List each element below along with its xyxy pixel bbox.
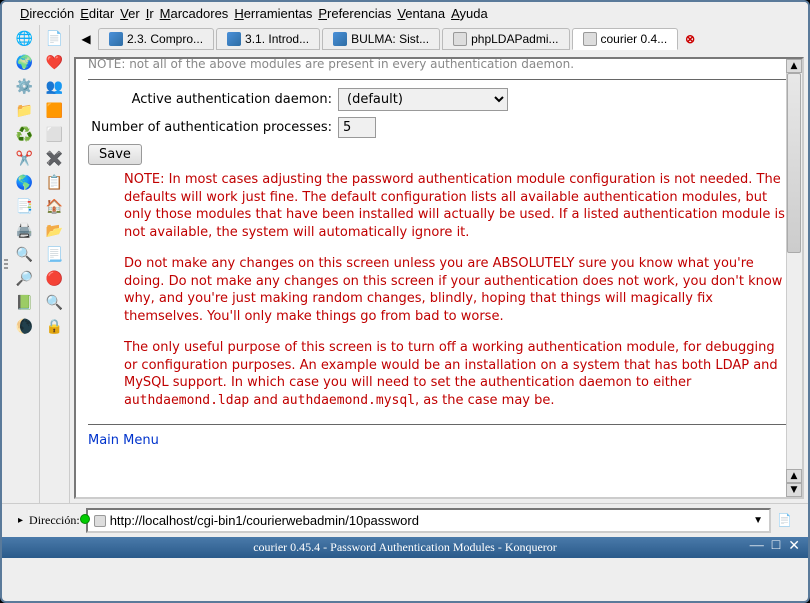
tab-label: courier 0.4... <box>601 32 668 46</box>
select-auth-daemon[interactable]: (default) <box>338 88 508 111</box>
label-auth-daemon: Active authentication daemon: <box>88 92 332 107</box>
tab-nav-left[interactable]: ◀ <box>74 27 98 51</box>
save-button[interactable]: Save <box>88 144 142 165</box>
cutoff-note: NOTE: not all of the above modules are p… <box>88 57 790 71</box>
page-icon <box>583 32 597 46</box>
address-label: Dirección: <box>29 513 80 528</box>
left-toolbar-1: 🌐 🌍 ⚙️ 📁 ♻️ ✂️ 🌎 📑 🖨️ 🔍 🔎 📗 🌘 <box>10 25 40 503</box>
tab-3[interactable]: phpLDAPadmi... <box>442 28 569 50</box>
tab-close-button[interactable]: ⊗ <box>680 29 700 49</box>
search-icon[interactable]: 🔍 <box>14 243 36 265</box>
scroll-up-arrow[interactable]: ▲ <box>786 59 802 73</box>
page-icon <box>453 32 467 46</box>
maximize-button[interactable]: □ <box>772 538 780 555</box>
folder-red-icon[interactable]: 📂 <box>44 219 66 241</box>
tab-4-active[interactable]: courier 0.4... <box>572 28 679 50</box>
menu-herramientas[interactable]: Herramientas <box>234 6 312 21</box>
globe-sparkle-icon[interactable]: 🌐 <box>14 27 36 49</box>
close-icon[interactable]: ✖️ <box>44 147 66 169</box>
close-window-button[interactable]: ✕ <box>788 538 800 555</box>
menu-marcadores[interactable]: Marcadores <box>160 6 229 21</box>
menu-ayuda[interactable]: Ayuda <box>451 6 488 21</box>
tab-1[interactable]: 3.1. Introd... <box>216 28 320 50</box>
document-icon[interactable]: 📃 <box>44 243 66 265</box>
warning-para-2: Do not make any changes on this screen u… <box>124 255 790 325</box>
printer-icon[interactable]: 🖨️ <box>14 219 36 241</box>
app-icon[interactable]: 🟧 <box>44 99 66 121</box>
heart-icon[interactable]: ❤️ <box>44 51 66 73</box>
vertical-scrollbar[interactable]: ▲ ▲ ▼ <box>786 59 802 497</box>
scroll-up-arrow-2[interactable]: ▲ <box>786 469 802 483</box>
earth-icon[interactable]: 🌎 <box>14 171 36 193</box>
menu-ventana[interactable]: Ventana <box>397 6 445 21</box>
zoom-in-icon[interactable]: 🔍 <box>44 291 66 313</box>
recycle-icon[interactable]: ♻️ <box>14 123 36 145</box>
page-content: NOTE: not all of the above modules are p… <box>74 57 804 499</box>
web-icon <box>109 32 123 46</box>
web-icon <box>227 32 241 46</box>
divider <box>88 79 790 80</box>
folder-icon[interactable]: 📁 <box>14 99 36 121</box>
cut-icon[interactable]: ✂️ <box>14 147 36 169</box>
menu-ver[interactable]: Ver <box>120 6 140 21</box>
titlebar: courier 0.45.4 - Password Authentication… <box>2 537 808 558</box>
divider <box>88 424 790 425</box>
window-title: courier 0.45.4 - Password Authentication… <box>253 540 557 555</box>
collapse-icon[interactable]: ▸ <box>18 515 23 526</box>
tab-label: phpLDAPadmi... <box>471 32 558 46</box>
multi-sheets-icon[interactable]: 📑 <box>14 195 36 217</box>
home-icon[interactable]: 🏠 <box>44 195 66 217</box>
input-auth-processes[interactable] <box>338 117 376 138</box>
page-icon <box>94 515 106 527</box>
stop-icon[interactable]: 🔴 <box>44 267 66 289</box>
minimize-button[interactable]: — <box>750 538 764 555</box>
scroll-down-arrow[interactable]: ▼ <box>786 483 802 497</box>
tab-label: 3.1. Introd... <box>245 32 309 46</box>
gear-icon[interactable]: ⚙️ <box>14 75 36 97</box>
globe-nav-icon[interactable]: 🌍 <box>14 51 36 73</box>
label-auth-processes: Number of authentication processes: <box>88 120 332 135</box>
menu-direccion[interactable]: Dirección <box>20 6 74 21</box>
blank-icon[interactable]: ⬜ <box>44 123 66 145</box>
toolbar-grip[interactable] <box>2 25 10 503</box>
warning-para-3: The only useful purpose of this screen i… <box>124 339 790 409</box>
tab-label: BULMA: Sist... <box>351 32 429 46</box>
warning-para-1: NOTE: In most cases adjusting the passwo… <box>124 171 790 241</box>
address-input[interactable]: http://localhost/cgi-bin1/courierwebadmi… <box>86 508 771 533</box>
menu-preferencias[interactable]: Preferencias <box>318 6 391 21</box>
tab-2[interactable]: BULMA: Sist... <box>322 28 440 50</box>
left-toolbar-2: 📄 ❤️ 👥 🟧 ⬜ ✖️ 📋 🏠 📂 📃 🔴 🔍 🔒 <box>40 25 70 503</box>
eclipse-icon[interactable]: 🌘 <box>14 315 36 337</box>
security-icon[interactable]: 🔒 <box>44 315 66 337</box>
menu-ir[interactable]: Ir <box>146 6 154 21</box>
tab-label: 2.3. Compro... <box>127 32 203 46</box>
bookmark-add-icon[interactable]: 📗 <box>14 291 36 313</box>
go-button-icon[interactable]: 📄 <box>777 513 792 528</box>
zoom-out-icon[interactable]: 🔎 <box>14 267 36 289</box>
status-led <box>80 513 94 528</box>
scroll-thumb[interactable] <box>787 73 801 253</box>
new-tab-icon[interactable]: 📄 <box>44 27 66 49</box>
web-icon <box>333 32 347 46</box>
menu-editar[interactable]: Editar <box>80 6 114 21</box>
tab-0[interactable]: 2.3. Compro... <box>98 28 214 50</box>
users-icon[interactable]: 👥 <box>44 75 66 97</box>
copy-icon[interactable]: 📋 <box>44 171 66 193</box>
main-menu-link[interactable]: Main Menu <box>88 433 159 448</box>
address-url-text: http://localhost/cgi-bin1/courierwebadmi… <box>110 513 749 528</box>
dropdown-icon[interactable]: ▼ <box>753 515 763 526</box>
